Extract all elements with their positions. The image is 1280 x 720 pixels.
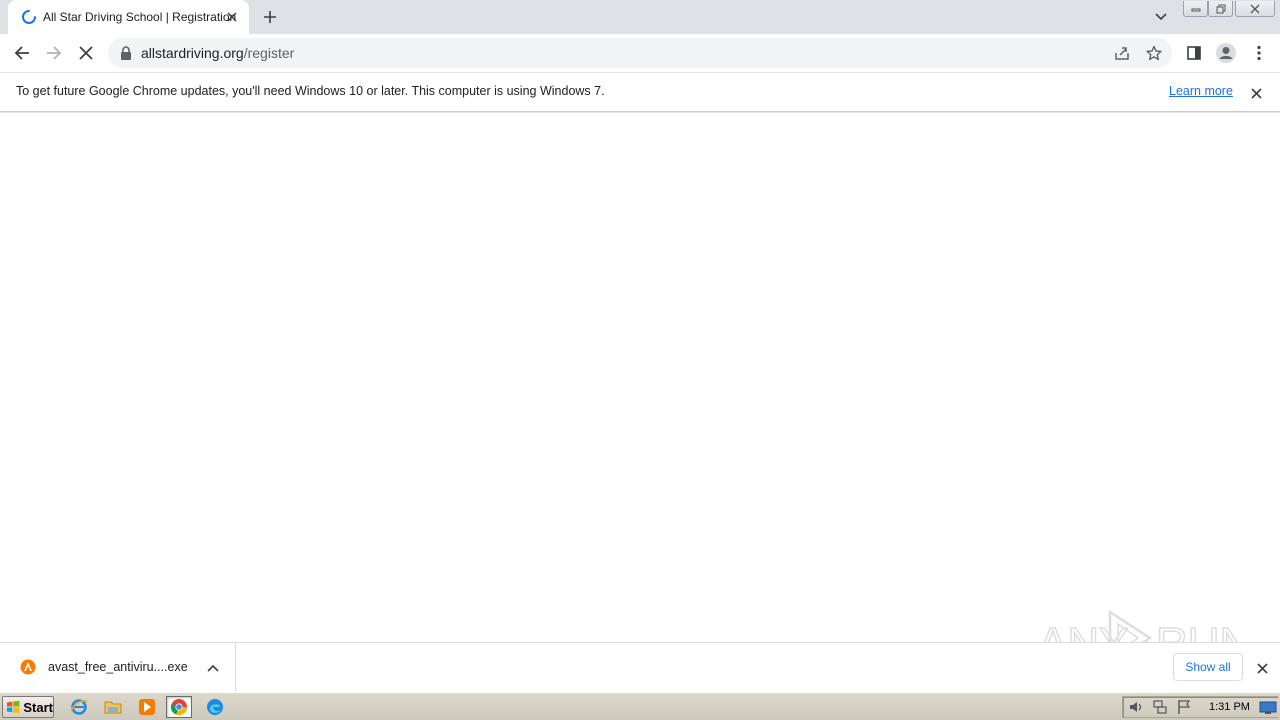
show-desktop-icon[interactable] — [1259, 701, 1277, 715]
url-path: /register — [243, 45, 295, 61]
side-panel-icon[interactable] — [1182, 41, 1206, 65]
start-button[interactable]: Start — [2, 696, 54, 718]
folder-icon[interactable] — [100, 696, 126, 718]
download-shelf: avast_free_antiviru....exe Show all — [0, 642, 1280, 693]
plus-icon — [264, 11, 276, 23]
stop-loading-button[interactable] — [73, 40, 99, 66]
download-shelf-close-icon[interactable] — [1252, 658, 1272, 678]
learn-more-link[interactable]: Learn more — [1169, 84, 1233, 98]
share-icon[interactable] — [1112, 43, 1132, 63]
system-tray — [1122, 696, 1278, 718]
tab-title: All Star Driving School | Registration — [43, 10, 237, 24]
chevron-up-icon — [207, 664, 219, 672]
internet-explorer-icon[interactable] — [66, 696, 92, 718]
lock-icon[interactable] — [119, 45, 133, 61]
start-label: Start — [23, 699, 53, 715]
taskbar-clock[interactable]: 1:31 PM — [1209, 701, 1250, 713]
url-host: allstardriving.org — [141, 45, 244, 61]
forward-arrow-icon — [47, 46, 62, 60]
kebab-menu-icon[interactable] — [1247, 41, 1271, 65]
restore-button[interactable] — [1208, 0, 1233, 18]
star-icon[interactable] — [1144, 43, 1164, 63]
update-infobar: To get future Google Chrome updates, you… — [0, 72, 1280, 112]
media-player-icon[interactable] — [134, 696, 160, 718]
show-all-button[interactable]: Show all — [1173, 653, 1243, 681]
infobar-close-icon[interactable] — [1247, 84, 1265, 102]
new-tab-button[interactable] — [258, 5, 282, 29]
profile-icon[interactable] — [1214, 41, 1238, 65]
close-window-button[interactable] — [1235, 0, 1275, 18]
tab-close-icon[interactable] — [224, 9, 240, 25]
network-icon[interactable] — [1152, 699, 1168, 715]
tab-search-button[interactable] — [1150, 6, 1172, 28]
speaker-icon[interactable] — [1128, 699, 1144, 715]
back-button[interactable] — [9, 40, 35, 66]
screen: All Star Driving School | Registration a… — [0, 0, 1280, 720]
loading-spinner-icon — [22, 10, 36, 24]
download-options-button[interactable] — [204, 659, 222, 677]
windows-taskbar: Start 1:31 PM — [0, 692, 1280, 720]
chevron-down-icon — [1155, 13, 1167, 21]
stop-icon — [79, 46, 93, 60]
page-content — [0, 113, 1280, 642]
edge-icon[interactable] — [202, 696, 228, 718]
url-text: allstardriving.org/register — [141, 45, 294, 61]
address-bar[interactable]: allstardriving.org/register — [108, 38, 1172, 68]
download-item[interactable]: avast_free_antiviru....exe — [0, 643, 236, 693]
toolbar: allstardriving.org/register — [0, 34, 1280, 72]
windows-flag-icon — [6, 700, 20, 714]
infobar-message: To get future Google Chrome updates, you… — [16, 84, 605, 98]
back-arrow-icon — [14, 46, 29, 60]
download-file-name: avast_free_antiviru....exe — [48, 660, 188, 674]
tab-active[interactable]: All Star Driving School | Registration — [8, 0, 249, 34]
minimize-button[interactable] — [1183, 0, 1208, 18]
tab-strip: All Star Driving School | Registration — [0, 0, 1280, 34]
forward-button[interactable] — [41, 40, 67, 66]
chrome-icon[interactable] — [166, 696, 192, 718]
action-center-flag-icon[interactable] — [1176, 699, 1192, 715]
avast-icon — [20, 659, 36, 675]
